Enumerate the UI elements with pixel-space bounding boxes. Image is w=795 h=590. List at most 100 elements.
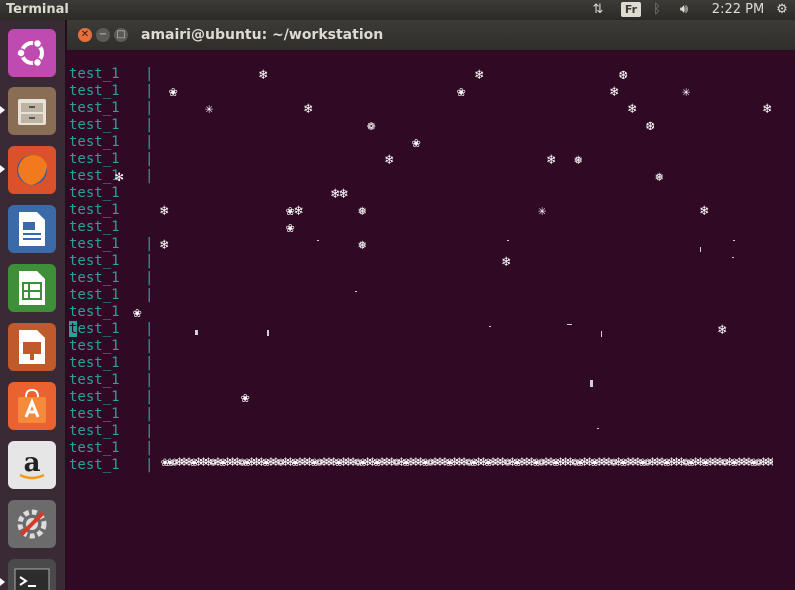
file-cabinet-icon — [17, 98, 46, 125]
row-separator: | — [145, 321, 154, 337]
document-icon — [18, 211, 45, 246]
snowflake: ❅ — [358, 237, 367, 253]
snowflake: ❄ — [718, 322, 727, 338]
launcher-ubuntu-software[interactable] — [4, 379, 59, 432]
row-separator: | — [145, 355, 154, 371]
row-separator: | — [145, 151, 154, 167]
row-label: test_1 — [69, 134, 120, 150]
snowflake: ❄❄ — [331, 186, 348, 202]
speck — [590, 380, 593, 387]
launcher-amazon[interactable]: a — [4, 438, 59, 491]
close-button[interactable]: ✕ — [78, 28, 92, 42]
row-label: test_1 — [69, 219, 120, 235]
snowflake: ❁ — [367, 118, 376, 134]
row-separator: | — [145, 83, 154, 99]
terminal-row: test_1 | — [69, 66, 795, 83]
snowflake: ❄ — [628, 101, 637, 117]
snowflake: ❄ — [763, 101, 772, 117]
snowflake: ❄ — [610, 84, 619, 100]
text-cursor: t — [69, 321, 78, 337]
terminal-row: test_1 | — [69, 406, 795, 423]
speck — [597, 428, 599, 429]
terminal-row: test_1 | — [69, 372, 795, 389]
terminal-row: test_1 | — [69, 338, 795, 355]
speck — [732, 257, 734, 258]
snowflake: ❄ — [547, 152, 556, 168]
row-separator: | — [145, 168, 154, 184]
row-label: test_1 — [69, 304, 120, 320]
snowflake: ❆ — [646, 118, 655, 134]
row-separator: | — [145, 270, 154, 286]
row-label: test_1 — [69, 236, 120, 252]
row-separator: | — [145, 372, 154, 388]
terminal-row: test_1 | — [69, 423, 795, 440]
row-separator: | — [145, 100, 154, 116]
launcher-libreoffice-impress[interactable] — [4, 320, 59, 373]
launcher-ubuntu-dash[interactable] — [4, 26, 59, 79]
speck — [601, 331, 602, 337]
row-label: test_1 — [69, 389, 120, 405]
row-label: test_1 — [69, 287, 120, 303]
snowflake: ❆ — [619, 67, 628, 83]
row-separator: | — [145, 253, 154, 269]
volume-icon[interactable]: 🔊︎ — [672, 1, 696, 19]
snowflake: ❀ — [133, 305, 142, 321]
terminal-row: test_1 | — [69, 134, 795, 151]
row-separator: | — [145, 134, 154, 150]
maximize-button[interactable]: □ — [114, 28, 128, 42]
window-title: amairi@ubuntu: ~/workstation — [141, 27, 384, 43]
terminal-row: test_1 — [69, 219, 795, 236]
terminal-row: test_1 | — [69, 321, 795, 338]
speck — [507, 240, 509, 241]
snowflake: ✻ — [115, 169, 124, 185]
bluetooth-icon[interactable]: ᛒ — [650, 1, 664, 19]
row-label: test_1 — [69, 202, 120, 218]
snowflake: ✳ — [682, 84, 691, 100]
snowflake: ❄ — [259, 67, 268, 83]
keyboard-layout-indicator[interactable]: Fr — [621, 2, 641, 17]
terminal-output[interactable]: test_1 | test_1 | test_1 | test_1 | test_1 | test_… — [67, 50, 795, 590]
row-label: test_1 — [69, 100, 120, 116]
row-label: test_1 — [69, 168, 120, 184]
launcher-libreoffice-writer[interactable] — [4, 202, 59, 255]
terminal-row: test_1 | — [69, 117, 795, 134]
row-label: test_1 — [69, 406, 120, 422]
launcher-firefox[interactable] — [0, 143, 59, 196]
settings-wrench-icon — [17, 509, 46, 538]
snowflake: ✳ — [205, 101, 214, 117]
row-separator: | — [145, 389, 154, 405]
active-app-title: Terminal — [6, 2, 69, 17]
network-arrows-icon[interactable]: ⇅ — [588, 1, 608, 19]
snowflake: ❅ — [358, 203, 367, 219]
row-label: test_1 — [69, 440, 120, 456]
minimize-button[interactable]: − — [96, 28, 110, 42]
terminal-row: test_1 | — [69, 100, 795, 117]
row-separator: | — [145, 236, 154, 252]
presentation-icon — [18, 329, 45, 364]
window-titlebar[interactable]: ✕ − □ amairi@ubuntu: ~/workstation — [67, 20, 795, 50]
row-label: test_1 — [69, 270, 120, 286]
snowflake: ❀ — [169, 84, 178, 100]
amazon-icon: a — [18, 448, 45, 479]
row-label: test_1 — [69, 117, 120, 133]
shopping-bag-icon — [17, 388, 46, 423]
terminal-row: test_1 | — [69, 236, 795, 253]
gear-icon[interactable]: ⚙ — [773, 1, 791, 19]
row-separator: | — [145, 287, 154, 303]
launcher-files[interactable] — [0, 84, 59, 137]
snowflake: ❄ — [475, 67, 484, 83]
speck — [489, 326, 491, 327]
launcher-terminal[interactable] — [0, 556, 59, 590]
snowflake: ❄ — [700, 203, 709, 219]
row-separator: | — [145, 423, 154, 439]
speck — [567, 324, 572, 325]
row-separator: | — [145, 440, 154, 456]
row-separator: | — [145, 117, 154, 133]
snowflake: ❄ — [385, 152, 394, 168]
top-panel: Terminal ⇅ Fr ᛒ 🔊︎ 2:22 PM ⚙ — [0, 0, 795, 20]
launcher-system-settings[interactable] — [4, 497, 59, 550]
terminal-row: test_1 | — [69, 287, 795, 304]
row-label: test_1 — [69, 66, 120, 82]
launcher-libreoffice-calc[interactable] — [4, 261, 59, 314]
clock[interactable]: 2:22 PM — [709, 1, 767, 19]
